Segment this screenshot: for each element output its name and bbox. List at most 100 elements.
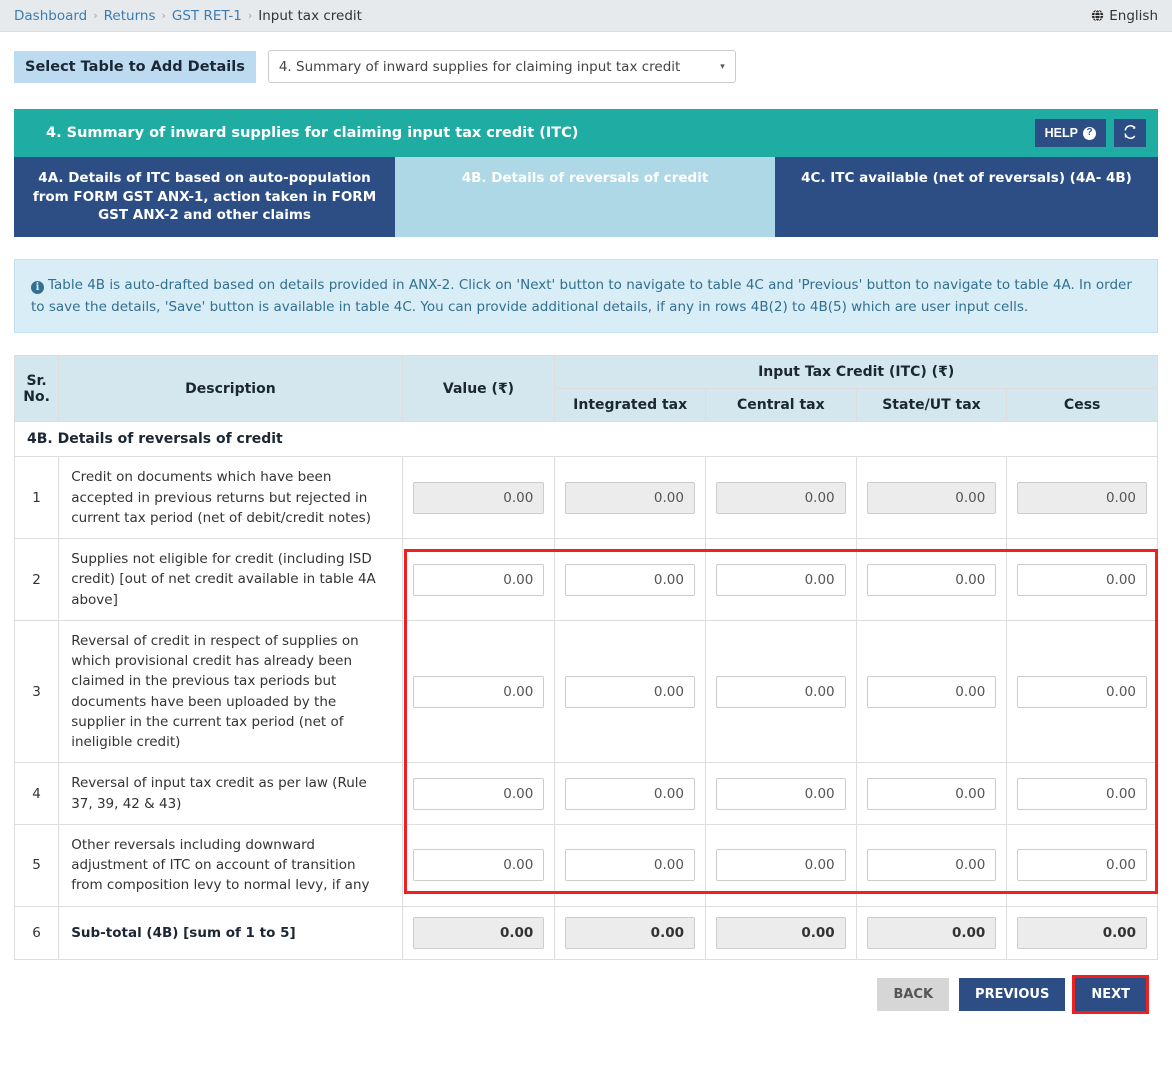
cell-value bbox=[401, 823, 556, 907]
table-section-row: 4B. Details of reversals of credit bbox=[14, 421, 1158, 458]
input-cess-row5[interactable] bbox=[1017, 849, 1147, 882]
input-central-row4[interactable] bbox=[715, 777, 846, 810]
tab-4b[interactable]: 4B. Details of reversals of credit bbox=[395, 157, 775, 237]
input-cess-row3[interactable] bbox=[1017, 675, 1147, 708]
col-header-description: Description bbox=[58, 355, 403, 423]
language-selector[interactable]: English bbox=[1091, 8, 1158, 24]
row-sr-no: 6 bbox=[13, 905, 60, 960]
section-title-4b: 4B. Details of reversals of credit bbox=[14, 421, 1158, 458]
cell-integrated bbox=[554, 762, 706, 825]
col-header-central-tax: Central tax bbox=[704, 388, 857, 423]
tab-4a[interactable]: 4A. Details of ITC based on auto-populat… bbox=[14, 157, 395, 237]
cell-value bbox=[401, 538, 556, 621]
input-central-row2[interactable] bbox=[715, 563, 846, 596]
table-select-dropdown[interactable]: 4. Summary of inward supplies for claimi… bbox=[267, 50, 736, 83]
cell-central bbox=[704, 619, 857, 764]
back-button[interactable]: BACK bbox=[877, 977, 950, 1011]
previous-button[interactable]: PREVIOUS bbox=[959, 977, 1066, 1011]
select-table-row: Select Table to Add Details 4. Summary o… bbox=[0, 32, 1172, 83]
breadcrumb-item-returns[interactable]: Returns bbox=[104, 8, 156, 24]
col-header-itc-group: Input Tax Credit (ITC) (₹) bbox=[554, 355, 1158, 390]
input-state-row3[interactable] bbox=[866, 675, 997, 708]
table-row: 4 Reversal of input tax credit as per la… bbox=[13, 762, 1158, 825]
tab-4c[interactable]: 4C. ITC available (net of reversals) (4A… bbox=[775, 157, 1158, 237]
input-integrated-subtotal bbox=[565, 916, 695, 949]
help-label: HELP bbox=[1044, 126, 1078, 140]
input-value-row2[interactable] bbox=[412, 563, 545, 596]
cell-central bbox=[704, 538, 857, 621]
input-state-row4[interactable] bbox=[866, 777, 997, 810]
row-sr-no: 2 bbox=[13, 538, 60, 621]
breadcrumb-item-current: Input tax credit bbox=[258, 7, 362, 24]
row-sr-no: 1 bbox=[13, 456, 60, 540]
input-integrated-row4[interactable] bbox=[565, 777, 695, 810]
breadcrumb-item-dashboard[interactable]: Dashboard bbox=[14, 8, 87, 24]
cell-value bbox=[401, 456, 556, 540]
col-header-cess: Cess bbox=[1006, 388, 1158, 423]
cell-state bbox=[855, 619, 1008, 764]
row-description: Credit on documents which have been acce… bbox=[58, 456, 403, 540]
cell-cess bbox=[1006, 823, 1158, 907]
col-header-sr-line2: No. bbox=[23, 388, 50, 405]
input-integrated-row5[interactable] bbox=[565, 849, 695, 882]
cell-state bbox=[855, 456, 1008, 540]
breadcrumb-separator-icon: › bbox=[247, 9, 253, 22]
row-description: Sub-total (4B) [sum of 1 to 5] bbox=[58, 905, 403, 960]
input-cess-row2[interactable] bbox=[1017, 563, 1147, 596]
footer-actions: BACK PREVIOUS NEXT bbox=[0, 960, 1172, 1014]
row-description: Reversal of credit in respect of supplie… bbox=[58, 619, 403, 764]
cell-cess bbox=[1006, 619, 1158, 764]
cell-cess bbox=[1006, 456, 1158, 540]
breadcrumb-item-gst-ret-1[interactable]: GST RET-1 bbox=[172, 8, 242, 24]
help-button[interactable]: HELP ? bbox=[1034, 119, 1106, 147]
input-integrated-row2[interactable] bbox=[565, 563, 695, 596]
cell-integrated bbox=[554, 456, 706, 540]
input-state-row2[interactable] bbox=[866, 563, 997, 596]
cell-value bbox=[401, 905, 556, 960]
col-header-sr-no: Sr. No. bbox=[13, 355, 60, 423]
info-icon: i bbox=[31, 281, 44, 295]
input-cess-row4[interactable] bbox=[1017, 777, 1147, 810]
input-state-row5[interactable] bbox=[866, 849, 997, 882]
col-header-sr-line1: Sr. bbox=[26, 372, 47, 389]
cell-value bbox=[401, 619, 556, 764]
cell-state bbox=[855, 762, 1008, 825]
cell-integrated bbox=[554, 619, 706, 764]
question-circle-icon: ? bbox=[1083, 126, 1096, 140]
globe-icon bbox=[1091, 9, 1104, 22]
table-body: 4B. Details of reversals of credit 1 Cre… bbox=[13, 421, 1158, 960]
row-sr-no: 3 bbox=[13, 619, 60, 764]
input-cess-subtotal bbox=[1017, 916, 1147, 949]
table-row: 1 Credit on documents which have been ac… bbox=[13, 456, 1158, 540]
table-row: 2 Supplies not eligible for credit (incl… bbox=[13, 538, 1158, 621]
next-button[interactable]: NEXT bbox=[1072, 974, 1149, 1014]
cell-central bbox=[704, 762, 857, 825]
row-sr-no: 5 bbox=[13, 823, 60, 907]
input-state-row1 bbox=[866, 481, 997, 514]
refresh-button[interactable] bbox=[1114, 119, 1146, 147]
cell-central bbox=[704, 905, 857, 960]
breadcrumb-separator-icon: › bbox=[161, 9, 166, 22]
row-description: Other reversals including downward adjus… bbox=[58, 823, 403, 907]
cell-cess bbox=[1006, 905, 1158, 960]
itc-table: Sr. No. Description Value (₹) Input Tax … bbox=[13, 355, 1158, 960]
input-central-row1 bbox=[715, 481, 846, 514]
cell-central bbox=[704, 823, 857, 907]
input-value-row1 bbox=[412, 481, 545, 514]
input-value-row5[interactable] bbox=[412, 849, 545, 882]
input-central-row5[interactable] bbox=[715, 849, 846, 882]
itc-tabs: 4A. Details of ITC based on auto-populat… bbox=[14, 157, 1158, 237]
panel-header-actions: HELP ? bbox=[1034, 119, 1146, 147]
input-integrated-row3[interactable] bbox=[565, 675, 695, 708]
input-value-subtotal bbox=[412, 916, 545, 949]
input-value-row3[interactable] bbox=[412, 675, 545, 708]
row-sr-no: 4 bbox=[13, 762, 60, 825]
cell-value bbox=[401, 762, 556, 825]
input-central-row3[interactable] bbox=[715, 675, 846, 708]
itc-table-wrapper: Sr. No. Description Value (₹) Input Tax … bbox=[13, 355, 1158, 960]
table-select-value: 4. Summary of inward supplies for claimi… bbox=[278, 58, 681, 75]
table-header: Sr. No. Description Value (₹) Input Tax … bbox=[13, 355, 1158, 423]
breadcrumb-bar: Dashboard › Returns › GST RET-1 › Input … bbox=[0, 0, 1172, 32]
input-value-row4[interactable] bbox=[412, 777, 545, 810]
cell-state bbox=[855, 905, 1008, 960]
